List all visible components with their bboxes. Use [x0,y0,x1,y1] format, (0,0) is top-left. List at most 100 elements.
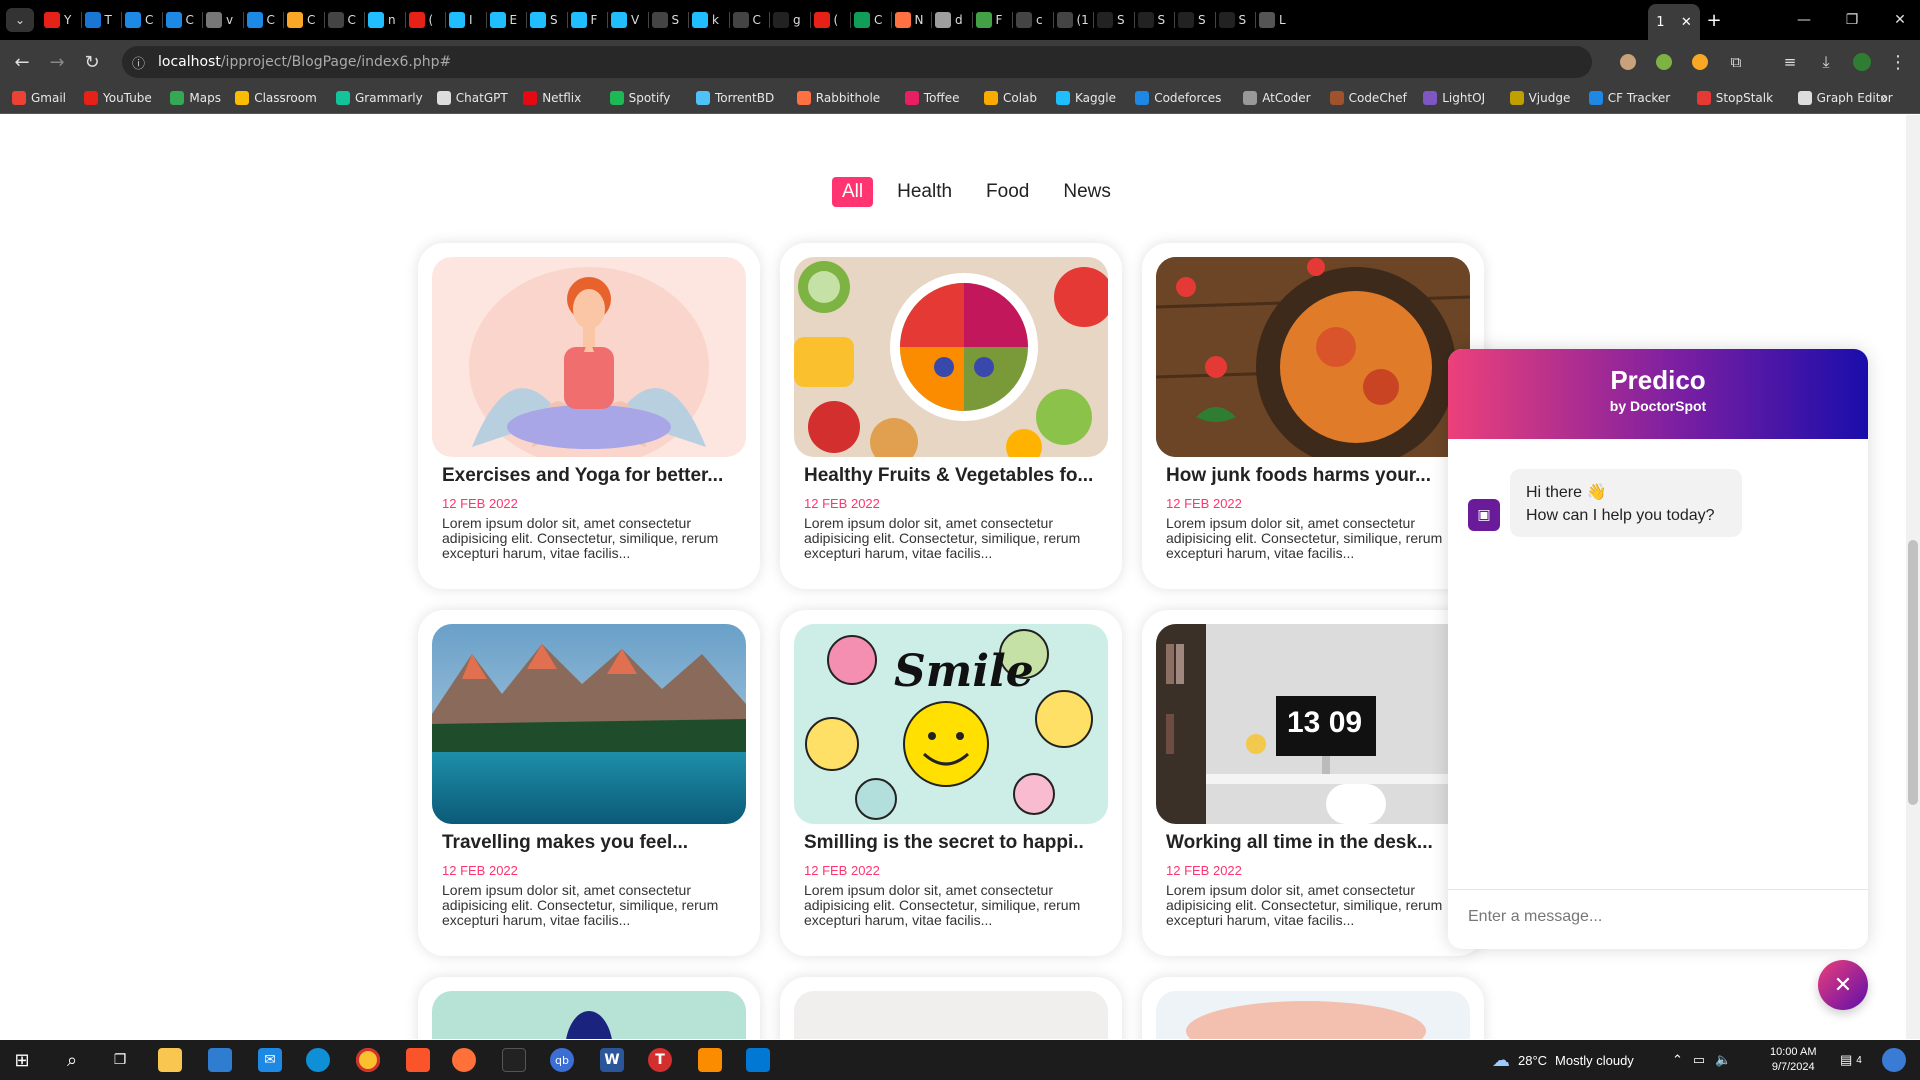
blog-card[interactable] [780,977,1122,1039]
browser-tab[interactable]: I [449,6,473,34]
volume-icon[interactable]: 🔈 [1715,1052,1731,1068]
media-queue-icon[interactable]: ≡ [1778,50,1802,74]
windows-start-icon[interactable]: ⊞ [10,1048,34,1072]
filter-food[interactable]: Food [976,177,1039,207]
bookmark-item[interactable]: Rabbithole [796,91,880,105]
browser-tab[interactable]: S [651,6,679,34]
clock[interactable]: 10:00 AM 9/7/2024 [1770,1040,1816,1080]
task-view-icon[interactable]: ❐ [108,1048,132,1072]
chat-close-button[interactable]: ✕ [1818,960,1868,1010]
card-title[interactable]: Healthy Fruits & Vegetables fo... [804,465,1093,487]
minimize-icon[interactable]: — [1792,8,1816,32]
more-bookmarks-chevron-icon[interactable]: » [1872,87,1896,111]
profile-avatar-icon[interactable] [1850,50,1874,74]
copilot-icon[interactable] [1882,1048,1906,1072]
blog-card[interactable]: Healthy Fruits & Vegetables fo... 12 FEB… [780,243,1122,589]
browser-tab[interactable]: C [246,6,275,34]
search-icon[interactable]: ⌕ [60,1048,84,1072]
browser-tab[interactable]: C [327,6,356,34]
filter-health[interactable]: Health [887,177,962,207]
browser-tab[interactable]: T [84,6,112,34]
word-icon[interactable]: W [600,1048,624,1072]
bookmark-item[interactable]: Grammarly [336,91,423,105]
card-title[interactable]: Smilling is the secret to happi.. [804,832,1084,854]
bookmark-item[interactable]: Vjudge [1509,91,1570,105]
forward-arrow-icon[interactable]: → [45,50,69,74]
blog-card[interactable]: How junk foods harms your... 12 FEB 2022… [1142,243,1484,589]
browser-tab[interactable]: C [287,6,315,34]
qbittorrent-icon[interactable]: qb [550,1048,574,1072]
browser-tab[interactable]: n [368,6,396,34]
browser-tab[interactable]: S [1097,6,1125,34]
bookmark-item[interactable]: Colab [984,91,1037,105]
browser-tab[interactable]: (1 [1056,6,1089,34]
browser-tab[interactable]: S [530,6,558,34]
tab-search-chevron-icon[interactable]: ⌄ [6,8,34,32]
browser-tab[interactable]: c [1016,6,1043,34]
network-icon[interactable]: ▭ [1693,1052,1705,1068]
browser-tab[interactable]: g [773,6,801,34]
blog-card[interactable]: Exercises and Yoga for better... 12 FEB … [418,243,760,589]
blog-card[interactable]: Smile Smilling is the secret to happi.. … [780,610,1122,956]
close-window-icon[interactable]: ✕ [1888,8,1912,32]
bookmark-item[interactable]: Spotify [609,91,670,105]
browser-tab[interactable]: S [1137,6,1165,34]
app-dark-icon[interactable] [502,1048,526,1072]
browser-tab[interactable]: S [1178,6,1206,34]
bookmark-item[interactable]: Toffee [904,91,959,105]
browser-tab[interactable]: V [611,6,639,34]
store-icon[interactable] [208,1048,232,1072]
browser-tab[interactable]: C [732,6,761,34]
bookmark-item[interactable]: LightOJ [1423,91,1485,105]
extension-avatar-icon[interactable] [1616,50,1640,74]
bookmark-item[interactable]: AtCoder [1243,91,1311,105]
browser-tab[interactable]: F [570,6,597,34]
bookmark-item[interactable]: Maps [170,91,221,105]
bookmark-item[interactable]: Kaggle [1056,91,1116,105]
browser-tab[interactable]: C [165,6,194,34]
browser-tab[interactable]: Y [44,6,71,34]
new-tab-plus-icon[interactable]: + [1702,8,1726,32]
vscode-icon[interactable] [746,1048,770,1072]
card-title[interactable]: How junk foods harms your... [1166,465,1431,487]
browser-tab[interactable]: ( [813,6,838,34]
back-arrow-icon[interactable]: ← [10,50,34,74]
notification-center[interactable]: ▤ 4 [1840,1040,1862,1080]
tray-chevron-icon[interactable]: ⌃ [1672,1052,1683,1068]
browser-tab[interactable]: ( [408,6,433,34]
xampp-icon[interactable] [698,1048,722,1072]
edge-icon[interactable] [306,1048,330,1072]
bookmark-item[interactable]: StopStalk [1696,91,1773,105]
browser-tab[interactable]: C [125,6,153,34]
browser-tab[interactable]: d [935,6,963,34]
browser-tab[interactable]: L [1259,6,1286,34]
blog-card[interactable]: 13 09 Working all time in the desk... 12… [1142,610,1484,956]
browser-tab[interactable]: k [692,6,719,34]
blog-card[interactable] [418,977,760,1039]
browser-tab[interactable]: F [975,6,1002,34]
bookmark-item[interactable]: YouTube [84,91,152,105]
card-title[interactable]: Travelling makes you feel... [442,832,688,854]
browser-menu-icon[interactable]: ⋮ [1886,50,1910,74]
bookmark-item[interactable]: Gmail [12,91,66,105]
bookmark-item[interactable]: Codeforces [1135,91,1221,105]
bookmark-item[interactable]: CF Tracker [1588,91,1670,105]
address-bar[interactable]: ⓘ localhost/ipproject/BlogPage/index6.ph… [122,46,1592,78]
filter-all[interactable]: All [832,177,874,207]
card-title[interactable]: Exercises and Yoga for better... [442,465,723,487]
chrome-icon[interactable] [356,1048,380,1072]
browser-tab[interactable]: E [489,6,517,34]
bookmark-item[interactable]: Netflix [523,91,581,105]
blog-card[interactable] [1142,977,1484,1039]
browser-tab[interactable]: C [854,6,882,34]
browser-tab[interactable]: v [206,6,233,34]
file-explorer-icon[interactable] [158,1048,182,1072]
bookmark-item[interactable]: TorrentBD [696,91,774,105]
extension-yellow-icon[interactable] [1688,50,1712,74]
weather-widget[interactable]: ☁ 28°C Mostly cloudy [1492,1040,1634,1080]
extensions-puzzle-icon[interactable]: ⧉ [1724,50,1748,74]
app-t-icon[interactable]: T [648,1048,672,1072]
filter-news[interactable]: News [1053,177,1121,207]
download-icon[interactable]: ⤓ [1814,50,1838,74]
brave-icon[interactable] [406,1048,430,1072]
